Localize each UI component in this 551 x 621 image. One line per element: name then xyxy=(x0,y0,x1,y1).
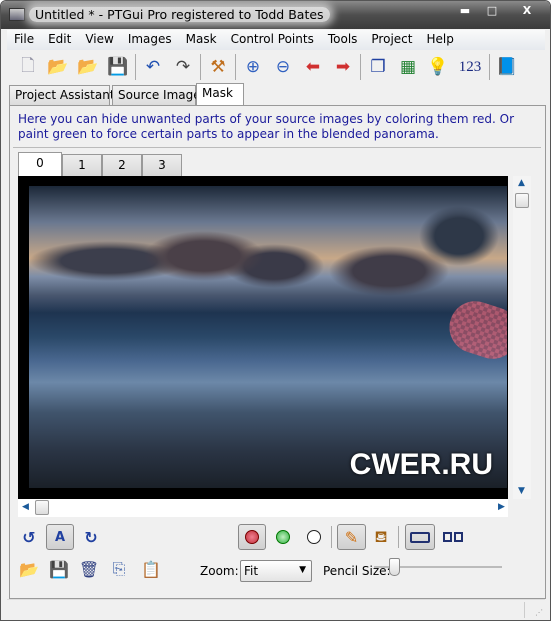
pencil-tool-button[interactable]: ✎ xyxy=(337,524,366,550)
resize-grip-icon[interactable]: ⋰ xyxy=(535,608,543,617)
panorama-editor-icon[interactable]: ❐ xyxy=(363,54,393,80)
menu-file[interactable]: File xyxy=(7,30,41,50)
open-project-icon[interactable]: 📂 xyxy=(43,54,73,80)
red-circle-icon xyxy=(245,530,259,544)
horizontal-scrollbar[interactable]: ◀ ▶ xyxy=(18,499,508,517)
close-button[interactable]: X xyxy=(507,3,547,19)
single-rect-icon xyxy=(410,531,430,543)
fill-bucket-icon[interactable]: ⛾ xyxy=(368,524,394,550)
menu-control-points[interactable]: Control Points xyxy=(224,30,321,50)
toolbar: 🗋 📂 📂 💾 ↶ ↷ ⚒ ⊕ ⊖ ⬅ ➡ ❐ ▦ 💡 123 📘 xyxy=(7,51,545,83)
menu-bar: File Edit View Images Mask Control Point… xyxy=(7,30,545,50)
menu-project[interactable]: Project xyxy=(364,30,419,50)
lightbulb-icon[interactable]: 💡 xyxy=(423,54,453,80)
app-window: Untitled * - PTGui Pro registered to Tod… xyxy=(0,0,551,621)
mask-canvas[interactable]: CWER.RU xyxy=(18,176,508,499)
image-tab-2[interactable]: 2 xyxy=(102,154,142,176)
tab-mask[interactable]: Mask xyxy=(196,83,244,106)
menu-edit[interactable]: Edit xyxy=(41,30,78,50)
status-bar: ⋰ xyxy=(7,599,545,619)
rotate-left-icon[interactable]: ↺ xyxy=(16,524,42,550)
load-mask-icon[interactable]: 📂 xyxy=(16,556,42,582)
numbers-button[interactable]: 123 xyxy=(453,54,487,80)
image-tab-0[interactable]: 0 xyxy=(18,152,62,176)
mask-panel: Here you can hide unwanted parts of your… xyxy=(9,105,546,599)
next-arrow-icon[interactable]: ➡ xyxy=(328,54,358,80)
help-text: Here you can hide unwanted parts of your… xyxy=(18,112,515,141)
load-images-icon[interactable]: 📂 xyxy=(73,54,103,80)
green-color-button[interactable] xyxy=(270,524,296,550)
delete-mask-icon[interactable]: 🗑 xyxy=(76,556,102,582)
horizontal-scroll-thumb[interactable] xyxy=(35,500,49,515)
tab-project-assistant[interactable]: Project Assistant xyxy=(9,85,115,105)
scroll-right-arrow[interactable]: ▶ xyxy=(498,502,505,512)
watermark: CWER.RU xyxy=(349,448,493,481)
previous-arrow-icon[interactable]: ⬅ xyxy=(298,54,328,80)
red-mask-stroke xyxy=(442,294,507,366)
table-icon[interactable]: ▦ xyxy=(393,54,423,80)
rotate-right-icon[interactable]: ↻ xyxy=(78,524,104,550)
new-project-icon[interactable]: 🗋 xyxy=(13,54,43,80)
dropdown-arrow-icon: ▼ xyxy=(299,565,306,575)
app-icon xyxy=(9,8,25,21)
menu-view[interactable]: View xyxy=(78,30,120,50)
menu-images[interactable]: Images xyxy=(121,30,179,50)
title-bar: Untitled * - PTGui Pro registered to Tod… xyxy=(1,1,550,29)
maximize-button[interactable]: □ xyxy=(479,3,505,19)
undo-icon[interactable]: ↶ xyxy=(138,54,168,80)
menu-mask[interactable]: Mask xyxy=(179,30,224,50)
source-image: CWER.RU xyxy=(29,186,507,488)
help-book-icon[interactable]: 📘 xyxy=(492,54,522,80)
image-tab-1[interactable]: 1 xyxy=(62,154,102,176)
copy-mask-icon[interactable]: ⎘ xyxy=(106,556,132,582)
image-tab-3[interactable]: 3 xyxy=(142,154,182,176)
red-color-button[interactable] xyxy=(238,524,266,550)
empty-circle-icon xyxy=(307,530,321,544)
split-rect-icon xyxy=(454,532,463,542)
divider xyxy=(13,147,541,148)
clear-color-button[interactable] xyxy=(301,524,327,550)
pencil-size-slider-thumb[interactable] xyxy=(388,558,400,576)
separator xyxy=(235,54,236,80)
paste-mask-icon[interactable]: 📋 xyxy=(138,556,164,582)
status-divider xyxy=(524,602,525,618)
separator xyxy=(135,54,136,80)
zoom-in-icon[interactable]: ⊕ xyxy=(238,54,268,80)
scroll-up-arrow[interactable]: ▲ xyxy=(518,178,525,188)
tab-source-images[interactable]: Source Images xyxy=(112,85,207,105)
minimize-button[interactable]: ▬ xyxy=(452,3,478,19)
split-view-button[interactable] xyxy=(440,524,466,550)
scroll-down-arrow[interactable]: ▼ xyxy=(518,486,525,496)
redo-icon[interactable]: ↷ xyxy=(168,54,198,80)
separator xyxy=(331,526,332,548)
auto-mask-button[interactable]: A xyxy=(46,524,74,550)
zoom-out-icon[interactable]: ⊖ xyxy=(268,54,298,80)
split-rect-icon xyxy=(443,532,452,542)
zoom-label: Zoom: xyxy=(200,564,239,578)
separator xyxy=(398,526,399,548)
single-view-button[interactable] xyxy=(405,524,435,550)
zoom-select[interactable]: Fit ▼ xyxy=(240,560,312,582)
save-mask-icon[interactable]: 💾 xyxy=(46,556,72,582)
zoom-value: Fit xyxy=(244,564,259,578)
vertical-scrollbar[interactable]: ▲ ▼ xyxy=(513,176,531,499)
window-title: Untitled * - PTGui Pro registered to Tod… xyxy=(29,7,330,22)
separator xyxy=(200,54,201,80)
separator xyxy=(489,54,490,80)
menu-tools[interactable]: Tools xyxy=(321,30,365,50)
menu-help[interactable]: Help xyxy=(419,30,460,50)
scroll-left-arrow[interactable]: ◀ xyxy=(22,502,29,512)
vertical-scroll-thumb[interactable] xyxy=(515,193,529,208)
tools-icon[interactable]: ⚒ xyxy=(203,54,233,80)
green-circle-icon xyxy=(276,530,290,544)
save-icon[interactable]: 💾 xyxy=(103,54,133,80)
separator xyxy=(360,54,361,80)
